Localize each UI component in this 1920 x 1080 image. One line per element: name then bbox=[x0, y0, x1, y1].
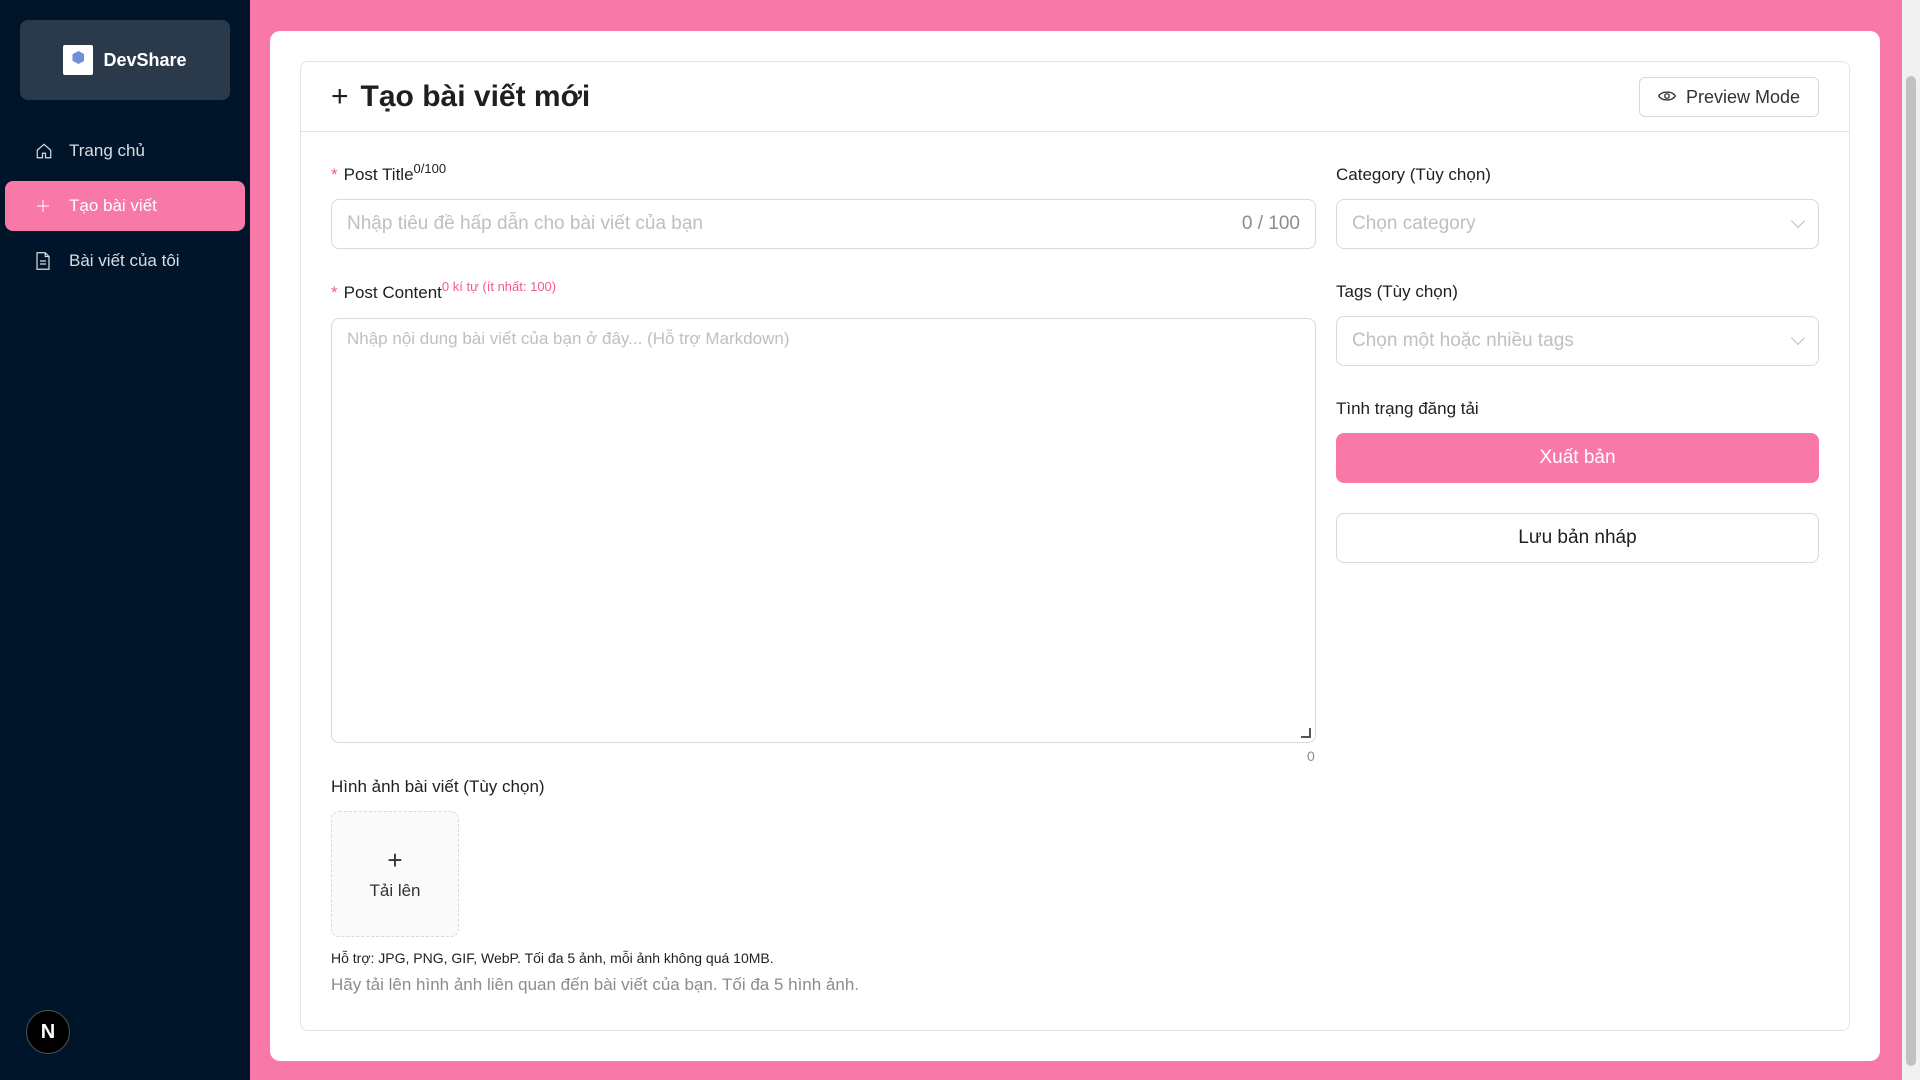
upload-extra-text: Hãy tải lên hình ảnh liên quan đến bài v… bbox=[331, 975, 860, 994]
required-mark: * bbox=[331, 283, 338, 302]
eye-icon bbox=[1657, 87, 1676, 108]
required-mark: * bbox=[331, 165, 338, 184]
post-title-placeholder: Nhập tiêu đề hấp dẫn cho bài viết của bạ… bbox=[347, 213, 703, 234]
category-placeholder: Chọn category bbox=[1352, 213, 1476, 234]
tags-placeholder: Chọn một hoặc nhiều tags bbox=[1352, 330, 1574, 351]
publish-status-label: Tình trạng đăng tải bbox=[1336, 399, 1479, 418]
card-header: + Tạo bài viết mới Preview Mode bbox=[301, 62, 1849, 132]
sidebar-item-label: Trang chủ bbox=[69, 141, 145, 160]
brand-name: DevShare bbox=[103, 49, 187, 70]
brand-logo[interactable]: DevShare bbox=[20, 20, 230, 100]
sidebar-item-home[interactable]: Trang chủ bbox=[5, 126, 245, 176]
sidebar-item-label: Tạo bài viết bbox=[69, 196, 157, 215]
page-title: + Tạo bài viết mới bbox=[331, 80, 590, 114]
sidebar-menu: Trang chủ Tạo bài viết Bài viết của tôi bbox=[0, 126, 250, 291]
sidebar: DevShare Trang chủ Tạo bài viết Bài viết… bbox=[0, 0, 250, 1080]
home-icon bbox=[35, 142, 57, 160]
title-char-count: 0/100 bbox=[413, 161, 447, 176]
image-upload-button[interactable]: + Tải lên bbox=[331, 811, 459, 937]
category-label: Category (Tùy chọn) bbox=[1336, 165, 1491, 184]
upload-label: Tải lên bbox=[369, 881, 421, 900]
category-select[interactable]: Chọn category bbox=[1336, 199, 1819, 249]
post-content-counter: 0 bbox=[1307, 748, 1315, 764]
document-icon bbox=[35, 252, 57, 270]
post-content-placeholder: Nhập nội dung bài viết của bạn ở đây... … bbox=[347, 329, 790, 348]
scrollbar-thumb[interactable] bbox=[1906, 76, 1916, 1066]
post-content-textarea[interactable]: Nhập nội dung bài viết của bạn ở đây... … bbox=[331, 318, 1316, 743]
sidebar-item-create-post[interactable]: Tạo bài viết bbox=[5, 181, 245, 231]
images-label: Hình ảnh bài viết (Tùy chọn) bbox=[331, 777, 545, 796]
logo-icon bbox=[63, 45, 94, 75]
content-char-count: 0 kí tự (ít nhất: 100) bbox=[441, 279, 557, 294]
plus-icon: + bbox=[331, 80, 349, 113]
page-scrollbar[interactable] bbox=[1902, 0, 1920, 1080]
chevron-down-icon bbox=[1790, 213, 1806, 229]
plus-icon: + bbox=[387, 845, 403, 875]
chevron-down-icon bbox=[1790, 330, 1806, 346]
upload-help-text: Hỗ trợ: JPG, PNG, GIF, WebP. Tối đa 5 ản… bbox=[331, 950, 774, 966]
resize-handle-icon[interactable] bbox=[1301, 728, 1311, 738]
preview-mode-label: Preview Mode bbox=[1685, 86, 1800, 107]
page-title-text: Tạo bài viết mới bbox=[360, 80, 591, 113]
sidebar-item-my-posts[interactable]: Bài viết của tôi bbox=[5, 236, 245, 286]
post-title-counter: 0 / 100 bbox=[1241, 213, 1300, 234]
sidebar-item-label: Bài viết của tôi bbox=[69, 251, 180, 270]
nextjs-badge[interactable]: N bbox=[26, 1010, 70, 1054]
preview-mode-button[interactable]: Preview Mode bbox=[1638, 77, 1819, 117]
post-content-label: * Post Content0 kí tự (ít nhất: 100) bbox=[331, 279, 557, 302]
save-draft-button[interactable]: Lưu bản nháp bbox=[1336, 513, 1819, 563]
post-title-input[interactable]: Nhập tiêu đề hấp dẫn cho bài viết của bạ… bbox=[331, 199, 1316, 249]
plus-icon bbox=[35, 198, 57, 214]
publish-button[interactable]: Xuất bản bbox=[1336, 433, 1819, 483]
tags-label: Tags (Tùy chọn) bbox=[1336, 282, 1458, 301]
post-title-label: * Post Title0/100 bbox=[331, 161, 447, 184]
tags-select[interactable]: Chọn một hoặc nhiều tags bbox=[1336, 316, 1819, 366]
